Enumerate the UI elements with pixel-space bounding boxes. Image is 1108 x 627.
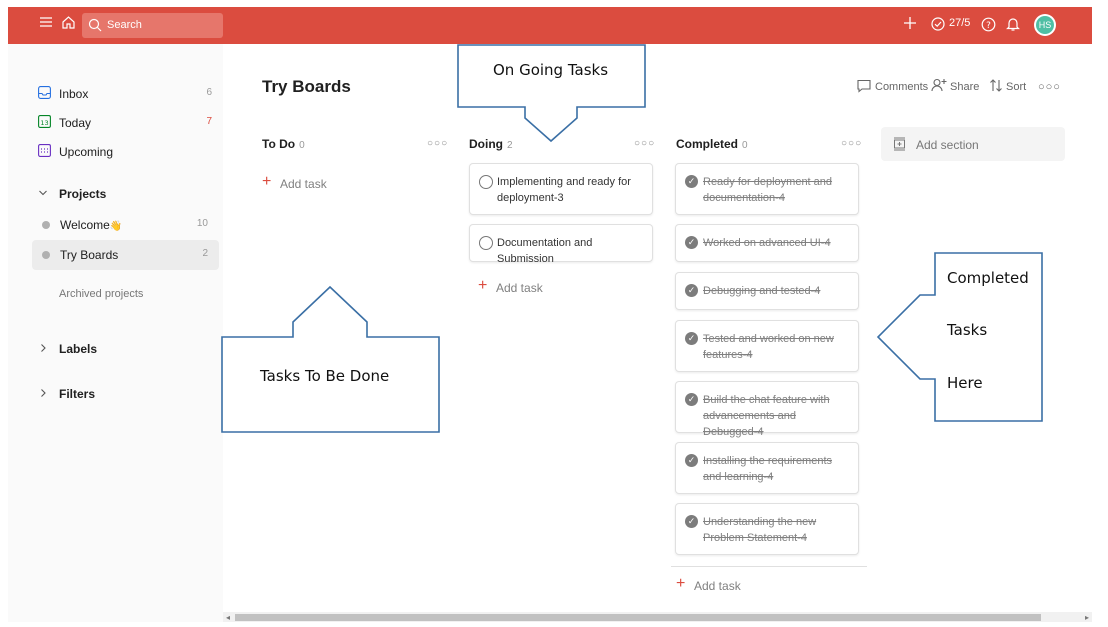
annotation-completed-label: Tasks: [947, 321, 988, 339]
annotation-completed-label: Here: [947, 374, 983, 392]
annotation-completed-label: Completed: [947, 269, 1029, 287]
app-window: Search 27/5 ? HS Inbox 6 13 Today 7 Upco…: [0, 0, 1108, 627]
annotation-todo-label: Tasks To Be Done: [260, 367, 390, 385]
annotation-overlay: [221, 44, 1043, 433]
annotation-ongoing-label: On Going Tasks: [493, 61, 609, 79]
